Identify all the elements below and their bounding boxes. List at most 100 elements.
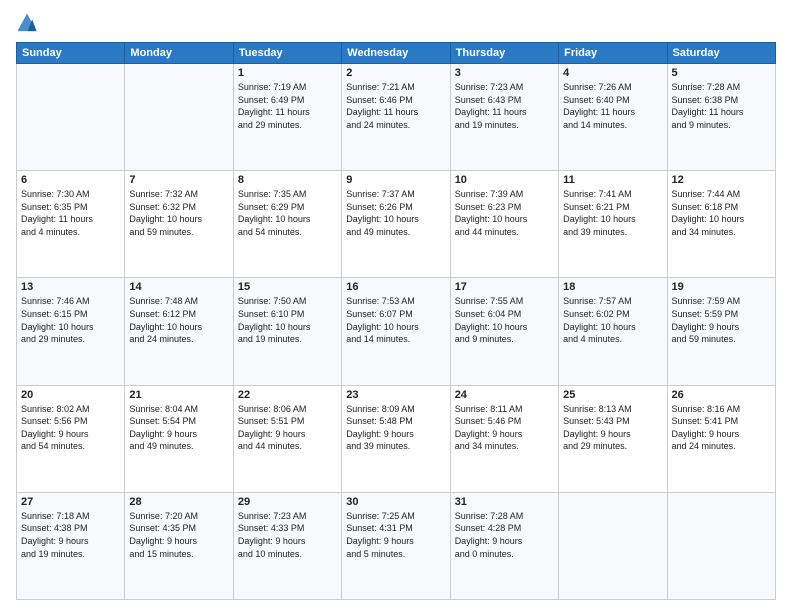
calendar-cell: 10 Sunrise: 7:39 AM Sunset: 6:23 PM Dayli… [450, 171, 558, 278]
cell-info: Sunrise: 7:50 AM Sunset: 6:10 PM Dayligh… [238, 295, 337, 345]
cell-info: Sunrise: 7:37 AM Sunset: 6:26 PM Dayligh… [346, 188, 445, 238]
day-number: 15 [238, 281, 337, 293]
logo-icon [16, 12, 38, 34]
cell-info: Sunrise: 7:25 AM Sunset: 4:31 PM Dayligh… [346, 510, 445, 560]
calendar-cell: 6 Sunrise: 7:30 AM Sunset: 6:35 PM Daylig… [17, 171, 125, 278]
cell-info: Sunrise: 7:28 AM Sunset: 6:38 PM Dayligh… [672, 81, 771, 131]
day-number: 27 [21, 496, 120, 508]
cell-info: Sunrise: 7:39 AM Sunset: 6:23 PM Dayligh… [455, 188, 554, 238]
calendar-cell: 16 Sunrise: 7:53 AM Sunset: 6:07 PM Dayli… [342, 278, 450, 385]
day-number: 9 [346, 174, 445, 186]
cell-info: Sunrise: 8:02 AM Sunset: 5:56 PM Dayligh… [21, 403, 120, 453]
calendar-header-row: SundayMondayTuesdayWednesdayThursdayFrid… [17, 43, 776, 64]
calendar-cell: 21 Sunrise: 8:04 AM Sunset: 5:54 PM Dayli… [125, 385, 233, 492]
calendar-cell: 31 Sunrise: 7:28 AM Sunset: 4:28 PM Dayli… [450, 492, 558, 599]
calendar-cell: 30 Sunrise: 7:25 AM Sunset: 4:31 PM Dayli… [342, 492, 450, 599]
day-number: 4 [563, 67, 662, 79]
day-number: 7 [129, 174, 228, 186]
logo [16, 12, 42, 34]
calendar-cell: 29Sunrise: 7:23 AM Sunset: 4:33 PM Dayli… [233, 492, 341, 599]
cell-info: Sunrise: 7:57 AM Sunset: 6:02 PM Dayligh… [563, 295, 662, 345]
calendar-cell: 11Sunrise: 7:41 AM Sunset: 6:21 PM Dayli… [559, 171, 667, 278]
day-number: 24 [455, 389, 554, 401]
calendar-cell [17, 64, 125, 171]
day-number: 10 [455, 174, 554, 186]
cell-info: Sunrise: 7:32 AM Sunset: 6:32 PM Dayligh… [129, 188, 228, 238]
calendar-week-row: 27 Sunrise: 7:18 AM Sunset: 4:38 PM Dayli… [17, 492, 776, 599]
day-number: 13 [21, 281, 120, 293]
cell-info: Sunrise: 8:16 AM Sunset: 5:41 PM Dayligh… [672, 403, 771, 453]
weekday-header: Tuesday [233, 43, 341, 64]
cell-info: Sunrise: 7:19 AM Sunset: 6:49 PM Dayligh… [238, 81, 337, 131]
cell-info: Sunrise: 8:13 AM Sunset: 5:43 PM Dayligh… [563, 403, 662, 453]
calendar-cell: 20Sunrise: 8:02 AM Sunset: 5:56 PM Dayli… [17, 385, 125, 492]
day-number: 18 [563, 281, 662, 293]
day-number: 12 [672, 174, 771, 186]
day-number: 17 [455, 281, 554, 293]
day-number: 14 [129, 281, 228, 293]
day-number: 29 [238, 496, 337, 508]
cell-info: Sunrise: 8:09 AM Sunset: 5:48 PM Dayligh… [346, 403, 445, 453]
cell-info: Sunrise: 7:53 AM Sunset: 6:07 PM Dayligh… [346, 295, 445, 345]
cell-info: Sunrise: 7:59 AM Sunset: 5:59 PM Dayligh… [672, 295, 771, 345]
calendar-week-row: 13 Sunrise: 7:46 AM Sunset: 6:15 PM Dayli… [17, 278, 776, 385]
calendar-cell: 2 Sunrise: 7:21 AM Sunset: 6:46 PM Daylig… [342, 64, 450, 171]
cell-info: Sunrise: 7:48 AM Sunset: 6:12 PM Dayligh… [129, 295, 228, 345]
calendar-cell [667, 492, 775, 599]
cell-info: Sunrise: 7:21 AM Sunset: 6:46 PM Dayligh… [346, 81, 445, 131]
weekday-header: Friday [559, 43, 667, 64]
calendar-cell: 24 Sunrise: 8:11 AM Sunset: 5:46 PM Dayli… [450, 385, 558, 492]
day-number: 8 [238, 174, 337, 186]
calendar-cell: 3Sunrise: 7:23 AM Sunset: 6:43 PM Daylig… [450, 64, 558, 171]
calendar-cell: 19 Sunrise: 7:59 AM Sunset: 5:59 PM Dayli… [667, 278, 775, 385]
cell-info: Sunrise: 7:23 AM Sunset: 6:43 PM Dayligh… [455, 81, 554, 131]
calendar-cell: 25 Sunrise: 8:13 AM Sunset: 5:43 PM Dayli… [559, 385, 667, 492]
day-number: 11 [563, 174, 662, 186]
weekday-header: Saturday [667, 43, 775, 64]
calendar-cell: 5 Sunrise: 7:28 AM Sunset: 6:38 PM Daylig… [667, 64, 775, 171]
calendar-cell: 14 Sunrise: 7:48 AM Sunset: 6:12 PM Dayli… [125, 278, 233, 385]
cell-info: Sunrise: 7:55 AM Sunset: 6:04 PM Dayligh… [455, 295, 554, 345]
day-number: 5 [672, 67, 771, 79]
calendar-cell: 8 Sunrise: 7:35 AM Sunset: 6:29 PM Daylig… [233, 171, 341, 278]
day-number: 21 [129, 389, 228, 401]
calendar-cell: 9 Sunrise: 7:37 AM Sunset: 6:26 PM Daylig… [342, 171, 450, 278]
cell-info: Sunrise: 7:35 AM Sunset: 6:29 PM Dayligh… [238, 188, 337, 238]
cell-info: Sunrise: 7:26 AM Sunset: 6:40 PM Dayligh… [563, 81, 662, 131]
day-number: 1 [238, 67, 337, 79]
day-number: 23 [346, 389, 445, 401]
day-number: 16 [346, 281, 445, 293]
day-number: 26 [672, 389, 771, 401]
calendar-cell [125, 64, 233, 171]
calendar-cell [559, 492, 667, 599]
cell-info: Sunrise: 7:18 AM Sunset: 4:38 PM Dayligh… [21, 510, 120, 560]
cell-info: Sunrise: 8:04 AM Sunset: 5:54 PM Dayligh… [129, 403, 228, 453]
calendar-cell: 27 Sunrise: 7:18 AM Sunset: 4:38 PM Dayli… [17, 492, 125, 599]
calendar-cell: 17 Sunrise: 7:55 AM Sunset: 6:04 PM Dayli… [450, 278, 558, 385]
calendar-cell: 13 Sunrise: 7:46 AM Sunset: 6:15 PM Dayli… [17, 278, 125, 385]
day-number: 31 [455, 496, 554, 508]
day-number: 30 [346, 496, 445, 508]
calendar-week-row: 6 Sunrise: 7:30 AM Sunset: 6:35 PM Daylig… [17, 171, 776, 278]
weekday-header: Sunday [17, 43, 125, 64]
calendar-table: SundayMondayTuesdayWednesdayThursdayFrid… [16, 42, 776, 600]
calendar-week-row: 20Sunrise: 8:02 AM Sunset: 5:56 PM Dayli… [17, 385, 776, 492]
cell-info: Sunrise: 7:30 AM Sunset: 6:35 PM Dayligh… [21, 188, 120, 238]
calendar-cell: 15 Sunrise: 7:50 AM Sunset: 6:10 PM Dayli… [233, 278, 341, 385]
weekday-header: Thursday [450, 43, 558, 64]
day-number: 19 [672, 281, 771, 293]
cell-info: Sunrise: 8:11 AM Sunset: 5:46 PM Dayligh… [455, 403, 554, 453]
weekday-header: Wednesday [342, 43, 450, 64]
cell-info: Sunrise: 7:28 AM Sunset: 4:28 PM Dayligh… [455, 510, 554, 560]
calendar-cell: 23 Sunrise: 8:09 AM Sunset: 5:48 PM Dayli… [342, 385, 450, 492]
calendar-cell: 26 Sunrise: 8:16 AM Sunset: 5:41 PM Dayli… [667, 385, 775, 492]
cell-info: Sunrise: 7:46 AM Sunset: 6:15 PM Dayligh… [21, 295, 120, 345]
calendar-cell: 1 Sunrise: 7:19 AM Sunset: 6:49 PM Daylig… [233, 64, 341, 171]
day-number: 25 [563, 389, 662, 401]
day-number: 2 [346, 67, 445, 79]
calendar-cell: 7 Sunrise: 7:32 AM Sunset: 6:32 PM Daylig… [125, 171, 233, 278]
day-number: 6 [21, 174, 120, 186]
calendar-week-row: 1 Sunrise: 7:19 AM Sunset: 6:49 PM Daylig… [17, 64, 776, 171]
cell-info: Sunrise: 8:06 AM Sunset: 5:51 PM Dayligh… [238, 403, 337, 453]
calendar-cell: 12Sunrise: 7:44 AM Sunset: 6:18 PM Dayli… [667, 171, 775, 278]
